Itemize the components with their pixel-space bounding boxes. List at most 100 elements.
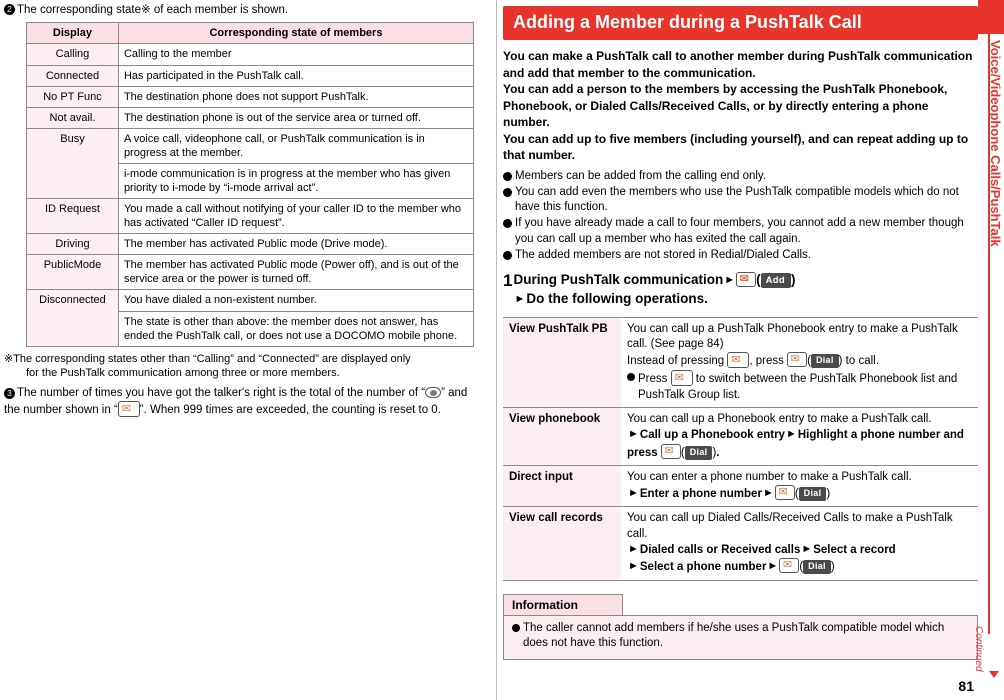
table-row: Calling Calling to the member (26, 43, 475, 66)
dial-softkey-label: Dial (798, 487, 827, 502)
right-column: Adding a Member during a PushTalk Call Y… (503, 0, 978, 700)
dial-softkey-label: Dial (684, 445, 713, 460)
table-row: No PT Func The destination phone does no… (26, 85, 475, 108)
cell-state: The state is other than above: the membe… (117, 310, 475, 347)
arrow-icon: ► (628, 543, 639, 556)
cell-display: Driving (26, 233, 119, 256)
cell-state: Calling to the member (117, 43, 475, 66)
step-text-line2: Do the following operations. (526, 290, 708, 306)
footnote-line-1: ※The corresponding states other than “Ca… (4, 352, 411, 365)
lead-line-3: You can add up to five members (includin… (503, 131, 969, 163)
bullet-text: Members can be added from the calling en… (515, 169, 767, 182)
arrow-icon: ► (514, 292, 526, 305)
header-state: Corresponding state of members (117, 22, 475, 45)
operations-table: View PushTalk PB You can call up a PushT… (503, 316, 978, 581)
op-key-label: Direct input (503, 464, 621, 508)
bullet-text: You can add even the members who use the… (515, 186, 959, 214)
step-text-line1: During PushTalk communication (513, 271, 724, 287)
arrow-icon: ► (628, 560, 639, 573)
list-item: You can add even the members who use the… (503, 185, 978, 215)
table-row: View call records You can call up Dialed… (503, 506, 978, 581)
cell-display: Busy (26, 127, 119, 200)
op-line-2: Instead of pressing , press (Dial) to ca… (627, 352, 972, 369)
intro-note-line: 2 The corresponding state※ of each membe… (4, 3, 484, 17)
cell-display: No PT Func (26, 85, 119, 108)
bullet-dot-icon (503, 250, 512, 260)
cell-state: The member has activated Public mode (Dr… (117, 233, 475, 256)
op-description: You can enter a phone number to make a P… (621, 464, 978, 508)
mail-key-icon (660, 443, 681, 459)
mail-key-icon (774, 485, 795, 501)
cell-state: The destination phone does not support P… (117, 85, 475, 108)
footnote-line-2: for the PushTalk communication among thr… (26, 367, 340, 379)
bullet-dot-icon (503, 188, 512, 197)
arrow-icon: ► (628, 428, 639, 441)
arrow-icon: ► (628, 487, 639, 500)
op-line-3: ►Select a phone number►(Dial) (627, 558, 972, 575)
notes-bullet-list: Members can be added from the calling en… (503, 169, 978, 263)
state-table: Display Corresponding state of members C… (26, 22, 475, 347)
op-key-label: View PushTalk PB (503, 316, 621, 409)
intro-note-text: The corresponding state※ of each member … (17, 4, 289, 16)
continued-arrow-icon (989, 671, 999, 678)
dial-softkey-label: Dial (810, 354, 839, 369)
left-column: 2 The corresponding state※ of each membe… (0, 0, 492, 700)
bullet-text: The added members are not stored in Redi… (515, 248, 811, 261)
cell-state: The destination phone is out of the serv… (117, 106, 475, 129)
sub-bullet-text: Press to switch between the PushTalk Pho… (638, 370, 972, 403)
arrow-icon: ► (724, 273, 736, 286)
table-row: PublicMode The member has activated Publ… (26, 254, 475, 291)
information-body: The caller cannot add members if he/she … (503, 614, 978, 660)
mail-key-icon (787, 352, 808, 368)
section-title: Adding a Member during a PushTalk Call (503, 6, 978, 40)
arrow-icon: ► (762, 487, 774, 500)
continued-label: Continued (973, 626, 984, 672)
header-display: Display (26, 22, 119, 45)
cell-state: A voice call, videophone call, or PushTa… (117, 127, 475, 164)
lead-line-2: You can add a person to the members by a… (503, 82, 948, 130)
table-row: ID Request You made a call without notif… (26, 198, 475, 235)
information-heading: Information (503, 593, 623, 615)
arrow-icon: ► (767, 560, 779, 573)
op-line-2: ►Dialed calls or Received calls►Select a… (628, 543, 896, 557)
cell-display: ID Request (26, 198, 119, 235)
cell-display: Calling (26, 43, 119, 66)
op-line: You can call up a PushTalk Phonebook ent… (627, 322, 958, 350)
cell-display: Not avail. (26, 106, 119, 129)
information-box: Information The caller cannot add member… (503, 593, 978, 660)
table-row: Busy A voice call, videophone call, or P… (26, 127, 475, 200)
table-row: View phonebook You can call up a Phonebo… (503, 407, 978, 466)
list-item: The added members are not stored in Redi… (503, 248, 978, 263)
table-header-row: Display Corresponding state of members (26, 22, 475, 45)
op-description: You can call up a Phonebook entry to mak… (621, 407, 978, 466)
cell-display: Disconnected (26, 289, 119, 347)
lead-line-1: You can make a PushTalk call to another … (503, 49, 973, 80)
step-number-3: 3 (4, 388, 15, 400)
list-item: Members can be added from the calling en… (503, 169, 978, 184)
op-line: You can call up Dialed Calls/Received Ca… (627, 512, 953, 540)
table-row: View PushTalk PB You can call up a PushT… (503, 316, 978, 409)
list-item: Press to switch between the PushTalk Pho… (627, 370, 972, 403)
table-row: Driving The member has activated Public … (26, 233, 475, 256)
cell-display: Connected (26, 64, 119, 87)
page: 2 The corresponding state※ of each membe… (0, 0, 1004, 700)
table-row: Not avail. The destination phone is out … (26, 106, 475, 129)
lead-paragraphs: You can make a PushTalk call to another … (503, 48, 978, 164)
talker-right-key-icon (425, 387, 442, 399)
step-number-2: 2 (4, 4, 15, 15)
op-line-2: ►Call up a Phonebook entry►Highlight a p… (627, 427, 972, 461)
table-row: Disconnected You have dialed a non-exist… (26, 289, 475, 347)
operation-step-1: 1 During PushTalk communication►(Add) ►D… (503, 271, 978, 309)
cell-state: You have dialed a non-existent number. (117, 289, 475, 312)
cell-state: Has participated in the PushTalk call. (117, 64, 475, 87)
op-key-label: View phonebook (503, 407, 621, 466)
list-item: If you have already made a call to four … (503, 216, 978, 246)
cell-display: PublicMode (26, 254, 119, 291)
op-line-2: ►Enter a phone number►(Dial) (627, 485, 972, 502)
op-line: You can call up a Phonebook entry to mak… (627, 413, 932, 426)
arrow-icon: ► (801, 543, 813, 556)
list-item: The caller cannot add members if he/she … (512, 621, 969, 651)
chapter-title: Voice/Videophone Calls/PushTalk (988, 40, 1003, 247)
cell-state: You made a call without notifying of you… (117, 198, 475, 235)
state-table-wrap: Display Corresponding state of members C… (26, 22, 484, 347)
